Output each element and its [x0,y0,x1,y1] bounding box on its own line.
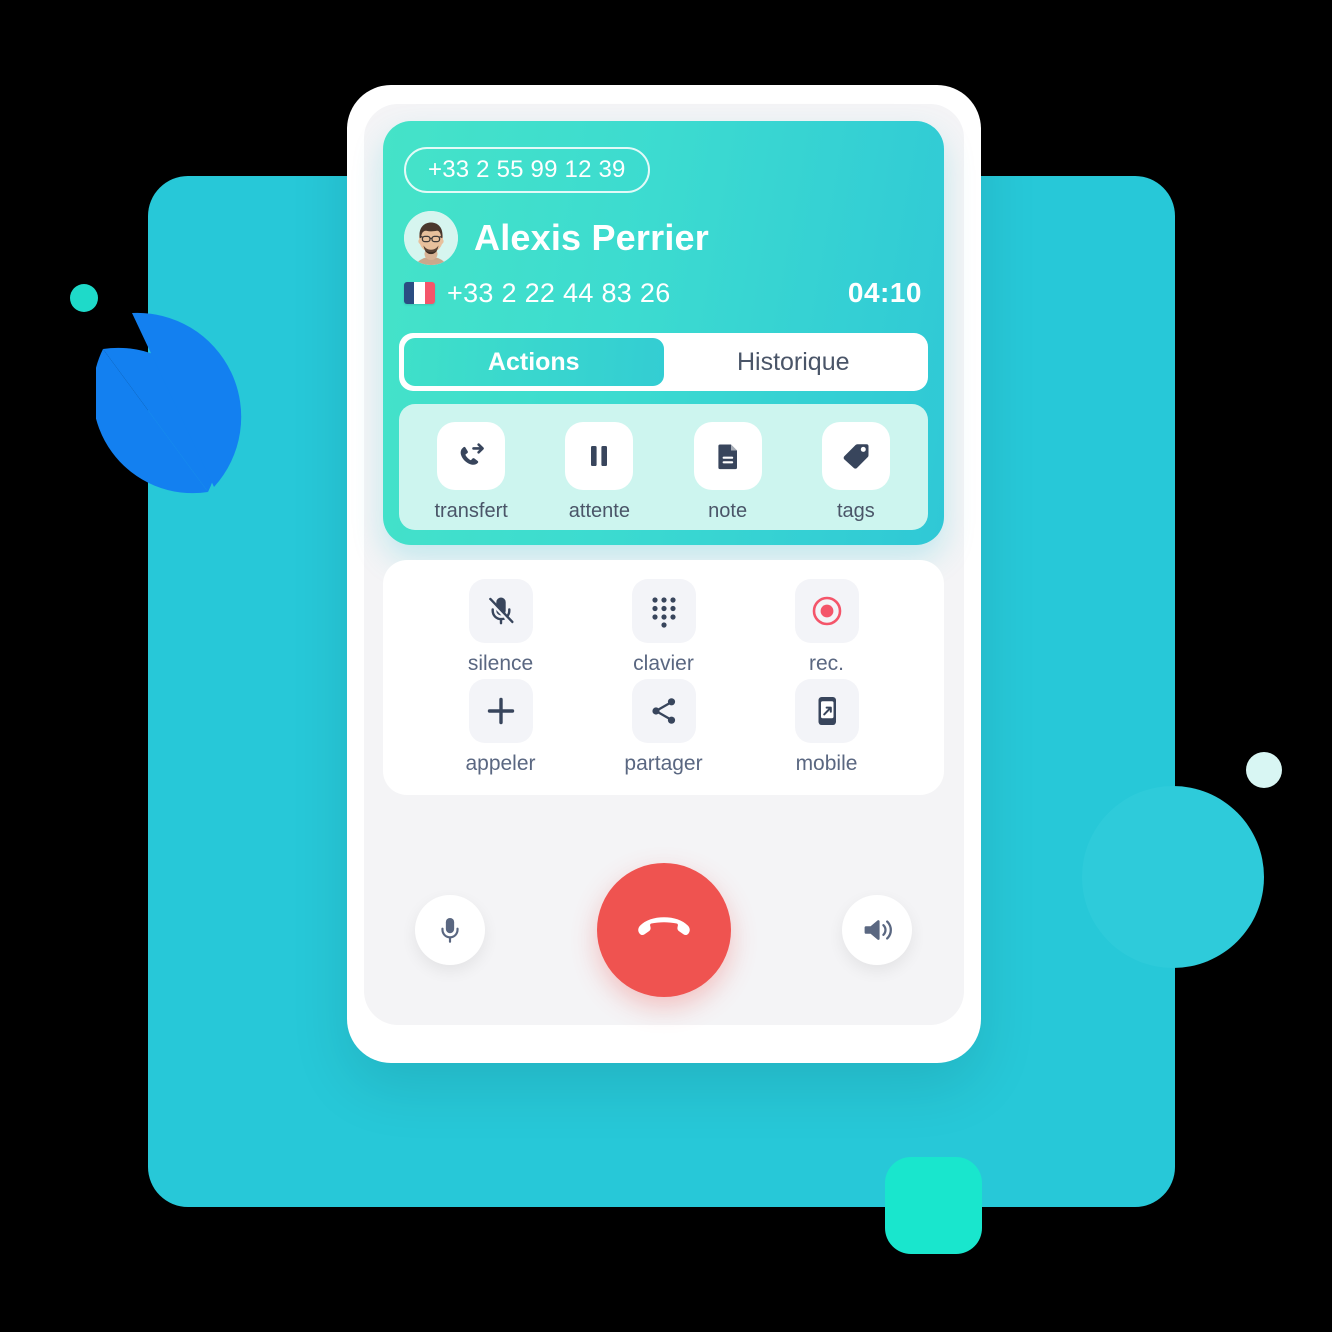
contact-avatar-icon [404,211,458,265]
function-partager-label: partager [624,751,703,775]
action-tags[interactable]: tags [792,422,920,523]
function-clavier-label: clavier [633,652,694,676]
action-note-tile[interactable] [693,422,762,490]
call-control-bar [383,855,944,1005]
background-blue-half-disc [96,312,242,494]
function-partager[interactable]: partager [582,678,745,778]
call-transfer-icon [460,443,485,465]
action-tags-tile[interactable] [821,422,890,490]
function-rec-tile[interactable] [794,579,859,644]
tab-historique[interactable]: Historique [664,338,924,386]
france-flag-icon [404,282,435,304]
hangup-phone-icon [637,917,690,936]
pause-icon [591,446,608,466]
background-green-square [885,1157,982,1254]
share-icon [651,697,675,724]
speaker-button[interactable] [842,895,912,965]
background-large-circle [1082,786,1264,968]
action-transfert-tile[interactable] [437,422,506,490]
scene-background: +33 2 55 99 12 39 Alexis Perrier +33 2 2… [0,0,1332,1332]
plus-icon [487,697,514,724]
call-functions-panel: silence clavier rec. appeler partager mo… [383,560,944,795]
tag-icon [843,444,869,469]
function-clavier[interactable]: clavier [582,578,745,678]
action-attente-label: attente [568,500,630,522]
document-note-icon [718,444,737,470]
background-small-teal-dot [70,284,98,312]
function-mobile[interactable]: mobile [745,678,908,778]
action-note[interactable]: note [664,422,792,523]
actions-strip: transfert attente note tags [399,404,928,530]
function-silence-tile[interactable] [468,579,533,644]
record-icon [812,596,841,626]
action-note-label: note [708,500,748,522]
function-rec[interactable]: rec. [745,578,908,678]
background-pale-dot [1246,752,1282,788]
mobile-transfer-icon [818,696,836,725]
contact-number: +33 2 22 44 83 26 [447,277,671,308]
microphone-icon [441,917,459,943]
line-number-badge[interactable]: +33 2 55 99 12 39 [404,147,650,193]
function-appeler-tile[interactable] [468,678,533,743]
function-appeler[interactable]: appeler [419,678,582,778]
contact-name: Alexis Perrier [474,217,709,258]
microphone-button[interactable] [415,895,485,965]
action-tags-label: tags [836,500,875,522]
microphone-muted-icon [487,597,513,625]
function-mobile-label: mobile [795,751,858,775]
function-rec-label: rec. [808,652,844,676]
contact-phone-row: +33 2 22 44 83 26 04:10 [404,277,922,309]
call-duration: 04:10 [847,277,922,308]
avatar [404,211,458,265]
function-partager-tile[interactable] [631,678,696,743]
function-appeler-label: appeler [465,751,536,775]
hangup-button[interactable] [596,863,731,997]
action-attente-tile[interactable] [565,422,634,490]
function-silence-label: silence [467,652,534,676]
active-call-header: +33 2 55 99 12 39 Alexis Perrier +33 2 2… [383,121,944,545]
tab-actions[interactable]: Actions [404,338,664,386]
function-silence[interactable]: silence [419,578,582,678]
action-transfert-label: transfert [434,500,508,522]
action-transfert[interactable]: transfert [407,422,535,523]
contact-row: Alexis Perrier [404,211,709,265]
function-mobile-tile[interactable] [794,678,859,743]
tab-bar: Actions Historique [399,333,928,391]
action-attente[interactable]: attente [535,422,663,523]
speaker-icon [864,920,892,940]
function-clavier-tile[interactable] [631,579,696,644]
dialpad-icon [651,597,676,628]
